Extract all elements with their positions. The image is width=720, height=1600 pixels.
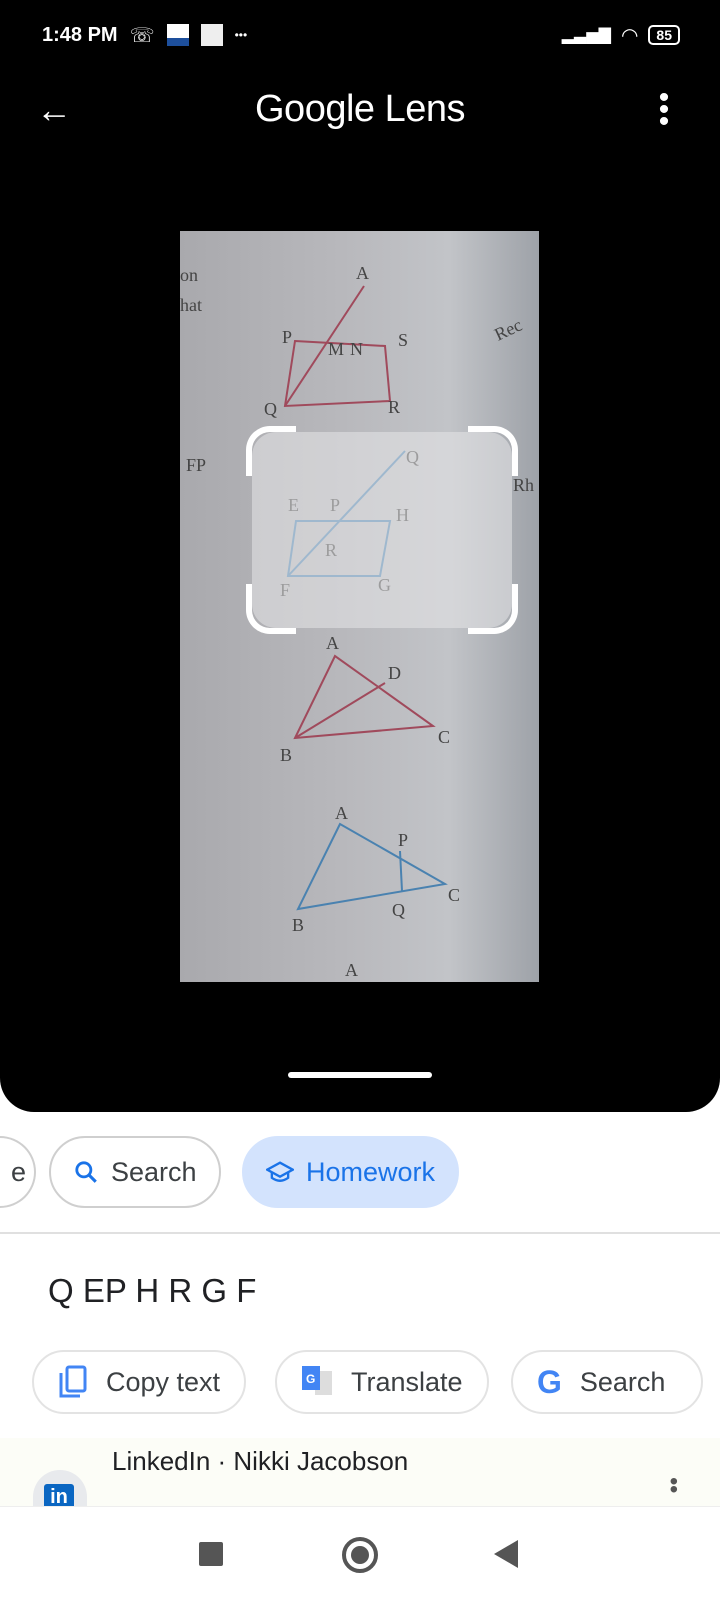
photo-label: Q — [392, 900, 405, 920]
tab-search[interactable]: Search — [49, 1136, 221, 1208]
search-icon — [75, 1161, 97, 1183]
home-button[interactable] — [342, 1537, 378, 1573]
photo-label: P — [398, 830, 408, 850]
photo-label: hat — [180, 295, 202, 315]
clock: 1:48 PM — [42, 23, 118, 46]
tab-label: Homework — [306, 1156, 436, 1187]
more-options-button[interactable]: • • • — [658, 83, 670, 137]
photo-label: Rec — [491, 315, 525, 345]
photo-label: on — [180, 265, 198, 285]
action-label: Copy text — [106, 1366, 221, 1397]
photo-label: A — [326, 633, 339, 653]
tab-label: Search — [111, 1156, 197, 1187]
copy-text-button[interactable]: Copy text — [32, 1350, 247, 1414]
navigation-bar — [0, 1506, 720, 1600]
mode-tabs: e Search Homework — [0, 1136, 720, 1208]
app-notification-icon — [200, 24, 223, 46]
photo-label: B — [292, 915, 304, 935]
more-notifications: ••• — [234, 28, 248, 42]
svg-text:G: G — [306, 1372, 315, 1386]
wifi-icon: ◠ — [620, 24, 639, 47]
battery-icon: 85 — [648, 25, 680, 45]
action-label: Search — [579, 1366, 666, 1397]
camera-viewport: 1:48 PM ☏ ••• ▂▃▅▇ ◠ 85 ← Google Lens • •… — [0, 0, 720, 1112]
detected-text[interactable]: Q EP H R G F — [48, 1272, 256, 1310]
signal-icon: ▂▃▅▇ — [561, 27, 611, 44]
photo-label: B — [280, 745, 292, 765]
linkedin-logo: in — [33, 1470, 87, 1508]
action-label: Translate — [351, 1366, 463, 1397]
status-bar: 1:48 PM ☏ ••• ▂▃▅▇ ◠ 85 — [42, 20, 680, 50]
translate-button[interactable]: G Translate — [275, 1350, 489, 1414]
copy-icon — [59, 1365, 87, 1398]
app-notification-icon — [166, 24, 189, 46]
photo-label: A — [356, 263, 369, 283]
linkedin-logo-text: in — [44, 1484, 74, 1508]
app-title: Google Lens — [255, 88, 466, 130]
photo-label: M — [328, 339, 344, 359]
photo-label: D — [388, 663, 401, 683]
divider — [0, 1232, 720, 1234]
photo-label: C — [448, 885, 460, 905]
photo-label: A — [345, 960, 358, 980]
google-g-icon: G — [537, 1363, 562, 1400]
photo-label: Rh — [513, 475, 534, 495]
selection-handle-bottom-right[interactable] — [468, 584, 518, 634]
google-search-button[interactable]: G Search — [511, 1350, 703, 1414]
photo-label: N — [350, 339, 363, 359]
recents-button[interactable] — [199, 1542, 223, 1566]
result-title[interactable]: LinkedIn · Nikki Jacobson — [112, 1446, 408, 1477]
missed-call-icon: ☏ — [129, 24, 155, 47]
photo-label: R — [388, 397, 400, 417]
tab-translate[interactable]: e — [0, 1136, 36, 1208]
sheet-drag-handle[interactable] — [288, 1072, 432, 1078]
selection-handle-bottom-left[interactable] — [246, 584, 296, 634]
photo-label: Q — [264, 399, 277, 419]
photo-label: P — [282, 327, 292, 347]
tab-label: e — [10, 1156, 26, 1187]
selection-handle-top-left[interactable] — [246, 426, 296, 476]
selection-handle-top-right[interactable] — [468, 426, 518, 476]
result-more-button[interactable]: • • — [670, 1470, 678, 1502]
google-translate-icon: G — [302, 1366, 332, 1395]
app-bar: ← Google Lens • • • — [0, 80, 720, 140]
tab-homework[interactable]: Homework — [242, 1136, 460, 1208]
nav-back-button[interactable] — [494, 1540, 518, 1568]
photo-label: S — [398, 330, 408, 350]
photo-label: FP — [186, 455, 206, 475]
graduation-cap-icon — [266, 1161, 294, 1182]
photo-label: A — [335, 803, 348, 823]
text-actions: Copy text G Translate G Search — [0, 1350, 720, 1414]
search-result[interactable]: in LinkedIn · Nikki Jacobson • • — [0, 1438, 720, 1508]
photo-label: C — [438, 727, 450, 747]
